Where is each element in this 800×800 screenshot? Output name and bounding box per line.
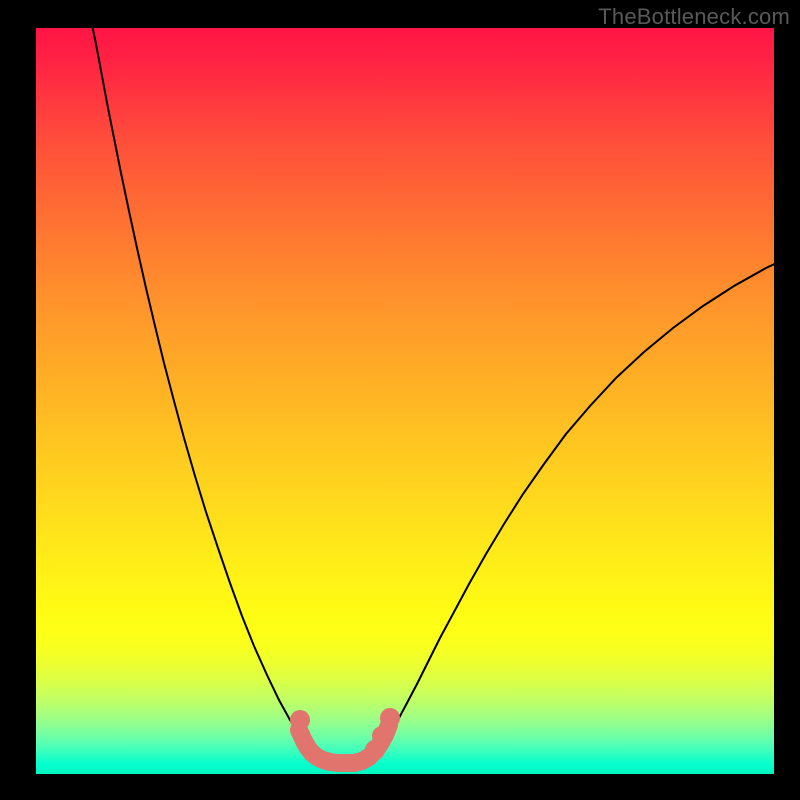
bottleneck-curve	[91, 20, 783, 763]
marker-right-low	[365, 740, 385, 760]
frame: TheBottleneck.com	[0, 0, 800, 800]
site-watermark: TheBottleneck.com	[598, 4, 790, 30]
chart-overlay	[36, 28, 774, 774]
marker-left-upper	[290, 710, 310, 730]
marker-right-upper	[380, 708, 400, 728]
